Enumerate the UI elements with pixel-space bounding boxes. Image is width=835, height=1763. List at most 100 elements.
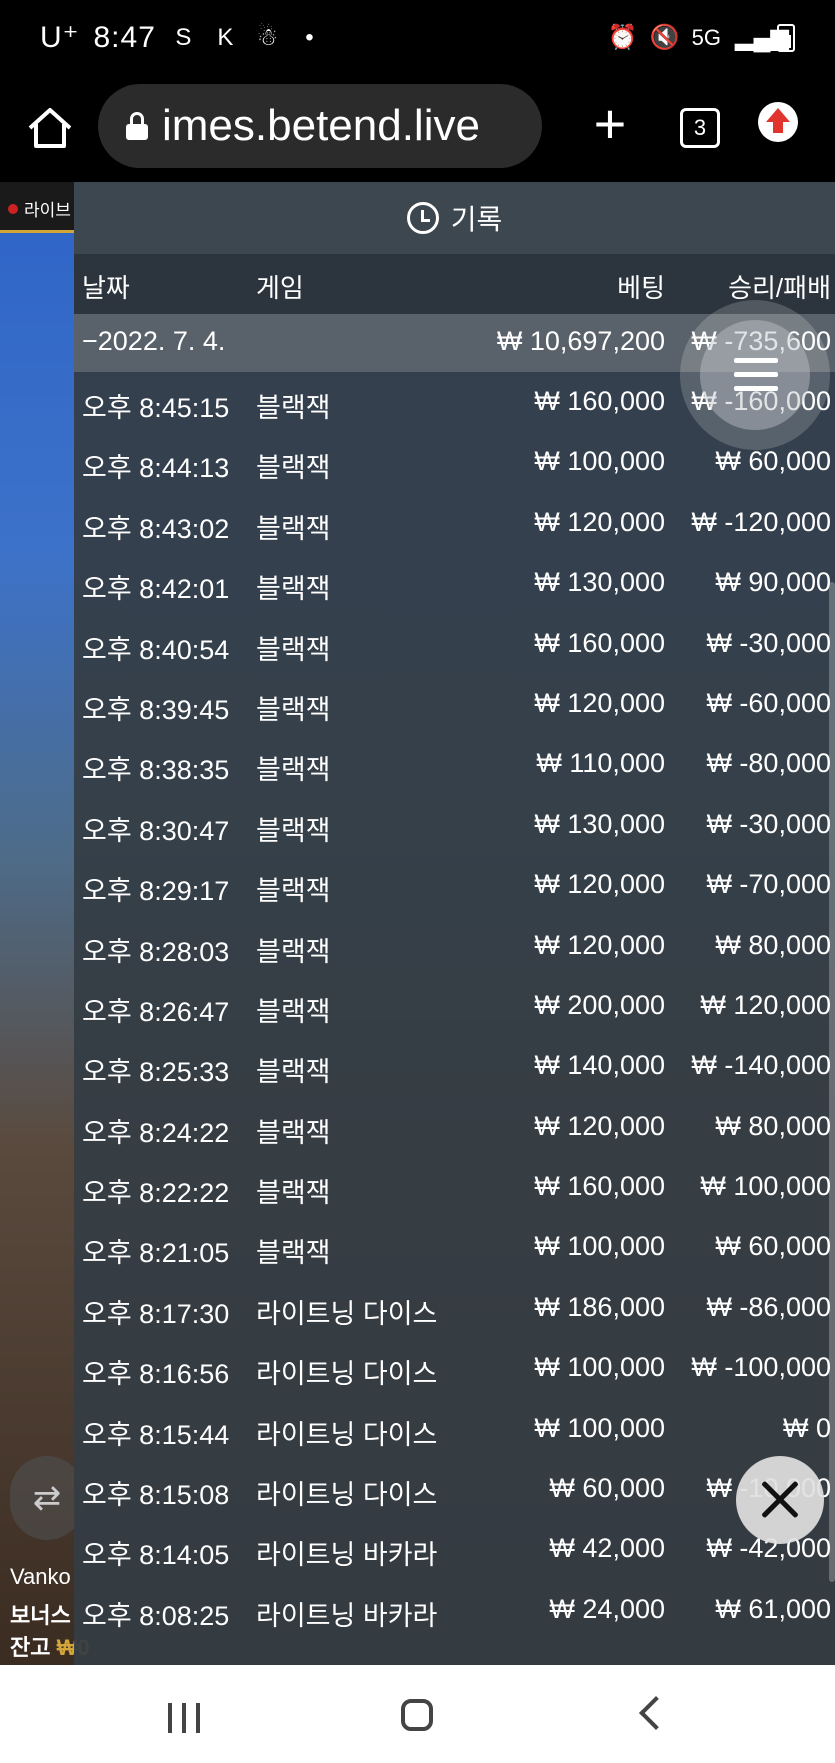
- history-row[interactable]: 오후 8:30:47 블랙잭 ₩ 130,000 ₩ -30,000: [74, 795, 835, 855]
- row-time: 오후 8:08:25: [82, 1600, 230, 1631]
- panel-header: 기록: [74, 182, 835, 254]
- battery-icon: [777, 24, 795, 52]
- row-result: ₩ 80,000: [715, 929, 831, 960]
- column-header: 날짜 게임 베팅 승리/패배: [74, 254, 835, 314]
- row-bet: ₩ 24,000: [549, 1593, 665, 1624]
- history-row[interactable]: 오후 8:39:45 블랙잭 ₩ 120,000 ₩ -60,000: [74, 674, 835, 734]
- swap-icon[interactable]: ⇄: [10, 1456, 84, 1540]
- history-row[interactable]: 오후 8:17:30 라이트닝 다이스 ₩ 186,000 ₩ -86,000: [74, 1278, 835, 1338]
- row-time: 오후 8:44:13: [82, 453, 230, 484]
- row-result: ₩ 90,000: [715, 567, 831, 598]
- row-bet: ₩ 186,000: [534, 1291, 665, 1322]
- row-result: ₩ 60,000: [715, 446, 831, 477]
- row-time: 오후 8:21:05: [82, 1238, 230, 1269]
- mascot-icon: ☃: [256, 23, 280, 51]
- row-time: 오후 8:43:02: [82, 513, 230, 544]
- row-game: 블랙잭: [256, 513, 331, 544]
- history-row[interactable]: 오후 8:25:33 블랙잭 ₩ 140,000 ₩ -140,000: [74, 1036, 835, 1096]
- history-row[interactable]: 오후 8:08:25 라이트닝 바카라 ₩ 24,000 ₩ 61,000: [74, 1580, 835, 1640]
- history-row[interactable]: 오후 8:38:35 블랙잭 ₩ 110,000 ₩ -80,000: [74, 734, 835, 794]
- row-bet: ₩ 160,000: [534, 627, 665, 658]
- row-bet: ₩ 42,000: [549, 1533, 665, 1564]
- scrollbar[interactable]: [829, 582, 835, 1582]
- tab-switcher-button[interactable]: 3: [680, 108, 720, 148]
- home-nav-icon[interactable]: [401, 1699, 433, 1731]
- row-game: 블랙잭: [256, 1178, 331, 1209]
- row-time: 오후 8:25:33: [82, 1057, 230, 1088]
- history-row[interactable]: 오후 8:15:08라이트닝 다이스₩ 60,000₩ -10,000: [74, 1459, 835, 1519]
- row-time: 오후 8:22:22: [82, 1178, 230, 1209]
- row-result: ₩ 100,000: [700, 1171, 831, 1202]
- row-time: 오후 8:29:17: [82, 876, 230, 907]
- history-row[interactable]: 오후 8:42:01 블랙잭 ₩ 130,000 ₩ 90,000: [74, 553, 835, 613]
- live-tab-label: 라이브: [24, 201, 71, 220]
- row-result: ₩ -86,000: [706, 1291, 831, 1322]
- history-row[interactable]: 오후 8:16:56 라이트닝 다이스 ₩ 100,000 ₩ -100,000: [74, 1338, 835, 1398]
- new-tab-icon[interactable]: +: [582, 96, 638, 152]
- row-game: 블랙잭: [256, 996, 331, 1027]
- history-row[interactable]: 오후 8:40:54 블랙잭 ₩ 160,000 ₩ -30,000: [74, 614, 835, 674]
- row-time: 오후 8:24:22: [82, 1117, 230, 1148]
- balance-label: 잔고: [10, 1635, 51, 1660]
- row-game: 블랙잭: [256, 634, 331, 665]
- row-game: 블랙잭: [256, 453, 331, 484]
- recents-icon[interactable]: [168, 1703, 202, 1733]
- row-game: 블랙잭: [256, 694, 331, 725]
- close-icon[interactable]: [736, 1456, 824, 1544]
- history-icon: [406, 202, 439, 234]
- row-game: 라이트닝 바카라: [256, 1540, 438, 1571]
- url-text: imes.betend.live: [162, 101, 480, 150]
- row-game: 블랙잭: [256, 1117, 331, 1148]
- row-result: ₩ -30,000: [706, 808, 831, 839]
- history-row[interactable]: 오후 8:24:22 블랙잭 ₩ 120,000 ₩ 80,000: [74, 1097, 835, 1157]
- history-row[interactable]: 오후 8:43:02 블랙잭 ₩ 120,000 ₩ -120,000: [74, 493, 835, 553]
- menu-icon: [700, 320, 810, 430]
- row-game: 라이트닝 바카라: [256, 1600, 438, 1631]
- row-bet: ₩ 110,000: [536, 748, 665, 779]
- row-bet: ₩ 160,000: [534, 386, 665, 416]
- row-bet: ₩ 120,000: [534, 929, 665, 960]
- row-bet: ₩ 100,000: [534, 1352, 665, 1383]
- update-icon[interactable]: [758, 102, 798, 142]
- history-row[interactable]: 오후 8:29:17 블랙잭 ₩ 120,000 ₩ -70,000: [74, 855, 835, 915]
- address-bar[interactable]: imes.betend.live: [98, 84, 542, 168]
- back-icon[interactable]: [639, 1696, 673, 1730]
- row-result: ₩ -140,000: [691, 1050, 831, 1081]
- row-result: ₩ -60,000: [706, 687, 831, 718]
- row-bet: ₩ 160,000: [534, 1171, 665, 1202]
- history-row[interactable]: 오후 8:21:05 블랙잭 ₩ 100,000 ₩ 60,000: [74, 1217, 835, 1277]
- row-time: 오후 8:40:54: [82, 634, 230, 665]
- row-time: 오후 8:28:03: [82, 936, 230, 967]
- signal-icon: ▂▄▆: [735, 24, 789, 51]
- row-time: 오후 8:15:44: [82, 1419, 230, 1450]
- row-result: ₩ 60,000: [715, 1231, 831, 1262]
- history-row[interactable]: 오후 8:15:44 라이트닝 다이스 ₩ 100,000 ₩ 0: [74, 1399, 835, 1459]
- row-game: 라이트닝 다이스: [256, 1359, 438, 1390]
- bonus-label: 보너스: [10, 1603, 71, 1628]
- row-time: 오후 8:39:45: [82, 694, 230, 725]
- row-game: 블랙잭: [256, 1057, 331, 1088]
- live-dot-icon: [8, 203, 18, 214]
- ks-app-icon: K: [217, 23, 235, 51]
- alarm-icon: ⏰: [607, 24, 638, 51]
- history-row[interactable]: 오후 8:26:47 블랙잭 ₩ 200,000 ₩ 120,000: [74, 976, 835, 1036]
- row-time: 오후 8:17:30: [82, 1298, 230, 1329]
- menu-button[interactable]: [680, 300, 830, 450]
- row-time: 오후 8:14:05: [82, 1540, 230, 1571]
- row-result: ₩ -80,000: [706, 748, 831, 779]
- live-tab[interactable]: 라이브: [8, 196, 71, 221]
- row-bet: ₩ 130,000: [534, 567, 665, 598]
- row-time: 오후 8:16:56: [82, 1359, 230, 1390]
- history-row[interactable]: 오후 8:14:05 라이트닝 바카라 ₩ 42,000 ₩ -42,000: [74, 1519, 835, 1579]
- row-game: 블랙잭: [256, 574, 331, 605]
- row-game: 블랙잭: [256, 936, 331, 967]
- row-result: ₩ -70,000: [706, 869, 831, 900]
- row-result: ₩ 61,000: [715, 1593, 831, 1624]
- row-bet: ₩ 100,000: [534, 446, 665, 477]
- history-row[interactable]: 오후 8:28:03 블랙잭 ₩ 120,000 ₩ 80,000: [74, 916, 835, 976]
- history-row[interactable]: 오후 8:22:22 블랙잭 ₩ 160,000 ₩ 100,000: [74, 1157, 835, 1217]
- row-game: 라이트닝 다이스: [256, 1480, 438, 1511]
- home-icon[interactable]: [24, 102, 76, 154]
- column-game: 게임: [256, 273, 304, 303]
- lock-icon: [126, 112, 148, 140]
